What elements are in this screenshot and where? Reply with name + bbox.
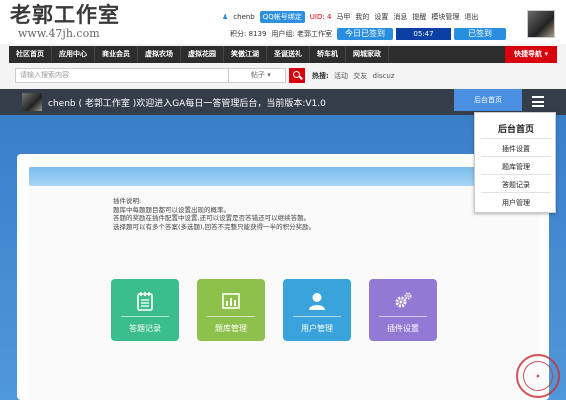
signed-today-button[interactable]: 今日已签到 xyxy=(337,28,393,40)
description-line: 插件说明: xyxy=(113,197,142,205)
search-button[interactable] xyxy=(289,68,305,83)
description-line: 题库中每题题目都可以设置出现的概率。 xyxy=(113,205,230,214)
tile-label: 答题记录 xyxy=(129,324,161,333)
tile-answer-records[interactable]: 答题记录 xyxy=(111,279,179,341)
menu-item-answer-records[interactable]: 答题记录 xyxy=(475,180,557,190)
panel-header xyxy=(29,167,539,186)
nav-item-home[interactable]: 社区首页 xyxy=(9,46,52,63)
menu-divider xyxy=(481,174,551,175)
search-type-label: 帖子 xyxy=(251,71,265,79)
clock-display: 05:47 xyxy=(396,28,451,40)
menu-icon[interactable] xyxy=(532,96,544,107)
username-link[interactable]: chenb xyxy=(233,13,254,21)
main-panel: 插件说明: 题库中每题题目都可以设置出现的概率。 答题的奖励在插件配置中设置,还… xyxy=(17,154,549,400)
site-logo[interactable]: 老郭工作室 www.47jh.com xyxy=(10,2,120,41)
user-stats: 积分: 8139 用户组: 老郭工作室 今日已签到 05:47 已签到 xyxy=(230,28,506,40)
tile-divider xyxy=(293,316,341,317)
menu-divider xyxy=(481,156,551,157)
panel-body: 插件说明: 题库中每题题目都可以设置出现的概率。 答题的奖励在插件配置中设置,还… xyxy=(29,186,539,400)
search-input[interactable]: 请输入搜索内容 xyxy=(15,68,229,83)
admin-dropdown-menu: 后台首页 插件设置 题库管理 答题记录 用户管理 xyxy=(474,112,556,213)
menu-divider xyxy=(481,192,551,193)
tile-divider xyxy=(207,316,255,317)
nav-item-gifts[interactable]: 圣诞送礼 xyxy=(267,46,310,63)
points-label[interactable]: 积分: 8139 xyxy=(230,29,266,39)
nav-item-car[interactable]: 轿车机 xyxy=(310,46,346,63)
nav-item-housekeeping[interactable]: 网城家政 xyxy=(346,46,389,63)
nav-item-vip[interactable]: 商业会员 xyxy=(95,46,138,63)
menu-item-user-management[interactable]: 用户管理 xyxy=(475,198,557,208)
gears-icon xyxy=(395,292,412,308)
user-avatar[interactable] xyxy=(527,10,555,38)
nav-item-garden[interactable]: 虚拟花园 xyxy=(181,46,224,63)
signed-button[interactable]: 已签到 xyxy=(454,28,506,40)
description-line: 选择题可以有多个答案(多选题),回答不完整只能获得一半的积分奖励。 xyxy=(113,222,316,231)
admin-welcome-title: chenb ( 老郭工作室 )欢迎进入GA每日一答管理后台，当前版本:V1.0 xyxy=(48,99,326,109)
search-type-select[interactable]: 帖子 ▾ xyxy=(229,68,286,83)
menu-item-admin-home[interactable]: 后台首页 xyxy=(475,122,557,135)
menu-item-question-bank[interactable]: 题库管理 xyxy=(475,162,557,172)
menu-item-plugin-settings[interactable]: 插件设置 xyxy=(475,144,557,154)
quick-nav-button[interactable]: 快捷导航 ▾ xyxy=(505,46,557,63)
uid-label: UID: 4 xyxy=(309,13,332,21)
user-icon: ♟ xyxy=(222,13,229,21)
watermark-stamp: ★ xyxy=(516,354,560,398)
nav-item-apps[interactable]: 应用中心 xyxy=(52,46,95,63)
qq-bind-button[interactable]: QQ帐号绑定 xyxy=(259,11,305,23)
hot-search-label: 热搜: xyxy=(312,71,329,80)
tile-label: 题库管理 xyxy=(215,324,247,333)
link-settings[interactable]: 设置 xyxy=(374,12,388,22)
hot-link-friends[interactable]: 交友 xyxy=(353,72,367,80)
site-header: 老郭工作室 www.47jh.com ♟ chenb QQ帐号绑定 UID: 4… xyxy=(0,0,566,44)
notebook-icon xyxy=(137,292,153,311)
chart-icon xyxy=(222,293,240,309)
link-notices[interactable]: 提醒 xyxy=(412,12,426,22)
tile-divider xyxy=(121,316,169,317)
stamp-mark: ★ xyxy=(518,356,558,396)
description-line: 答题的奖励在插件配置中设置,还可以设置是否答错还可以继续答题。 xyxy=(113,214,311,222)
admin-home-button[interactable]: 后台首页 xyxy=(454,89,522,111)
logo-name: 老郭工作室 xyxy=(10,2,120,27)
tile-plugin-settings[interactable]: 插件设置 xyxy=(369,279,437,341)
nav-item-jianghu[interactable]: 笑傲江湖 xyxy=(224,46,267,63)
link-logout[interactable]: 退出 xyxy=(464,12,478,22)
search-row: 请输入搜索内容 帖子 ▾ 热搜: 活动 交友 discuz xyxy=(15,67,398,84)
caret-down-icon: ▾ xyxy=(544,50,548,58)
plugin-description: 插件说明: 题库中每题题目都可以设置出现的概率。 答题的奖励在插件配置中设置,还… xyxy=(113,197,315,231)
logo-url: www.47jh.com xyxy=(18,27,100,40)
user-icon xyxy=(309,293,325,310)
admin-avatar xyxy=(22,93,42,111)
hot-link-discuz[interactable]: discuz xyxy=(373,72,395,80)
link-messages[interactable]: 消息 xyxy=(393,12,407,22)
link-vest[interactable]: 马甲 xyxy=(336,12,350,22)
hot-link-activity[interactable]: 活动 xyxy=(334,72,348,80)
group-label[interactable]: 用户组: 老郭工作室 xyxy=(271,29,332,39)
quick-nav-label: 快捷导航 xyxy=(514,50,543,58)
tile-question-bank[interactable]: 题库管理 xyxy=(197,279,265,341)
link-modules[interactable]: 模块管理 xyxy=(431,12,459,22)
main-nav: 社区首页 应用中心 商业会员 虚拟农场 虚拟花园 笑傲江湖 圣诞送礼 轿车机 网… xyxy=(9,46,557,63)
link-mine[interactable]: 我的 xyxy=(355,12,369,22)
tile-user-management[interactable]: 用户管理 xyxy=(283,279,351,341)
caret-down-icon: ▾ xyxy=(267,71,271,79)
nav-item-farm[interactable]: 虚拟农场 xyxy=(138,46,181,63)
hot-search: 热搜: 活动 交友 discuz xyxy=(312,71,398,81)
tile-divider xyxy=(379,316,427,317)
tile-label: 用户管理 xyxy=(301,324,333,333)
tile-label: 插件设置 xyxy=(387,324,419,333)
user-bar: ♟ chenb QQ帐号绑定 UID: 4 马甲 我的 设置 消息 提醒 模块管… xyxy=(222,11,483,23)
menu-divider xyxy=(481,138,551,139)
